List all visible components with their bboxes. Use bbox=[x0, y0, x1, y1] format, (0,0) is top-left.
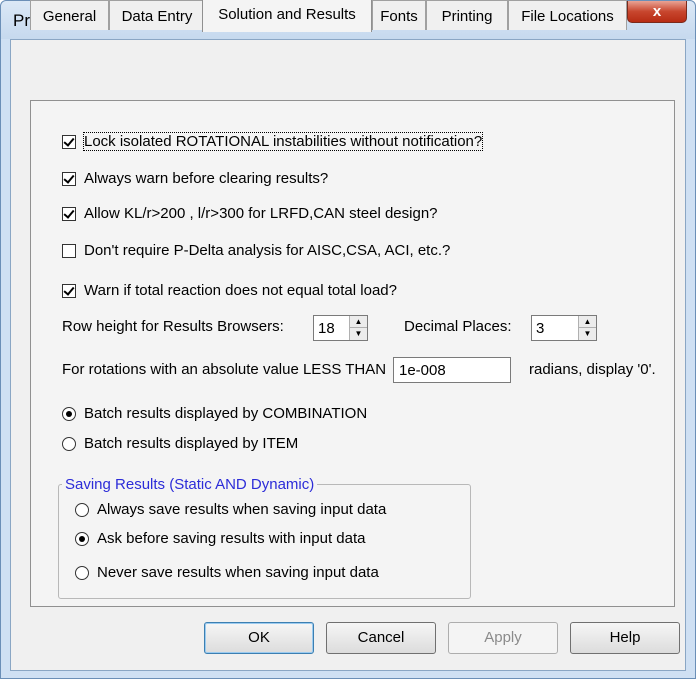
decimal-places-label: Decimal Places: bbox=[404, 318, 512, 335]
lock-rotational-checkbox[interactable] bbox=[62, 135, 76, 149]
row-height-spin-buttons: ▲ ▼ bbox=[349, 316, 367, 340]
lock-rotational-label: Lock isolated ROTATIONAL instabilities w… bbox=[82, 132, 484, 151]
save-always-radio[interactable] bbox=[75, 503, 89, 517]
warn-clearing-checkbox[interactable] bbox=[62, 172, 76, 186]
warn-reaction-label: Warn if total reaction does not equal to… bbox=[84, 282, 397, 299]
spin-down-icon[interactable]: ▼ bbox=[579, 328, 596, 340]
close-button[interactable]: x bbox=[627, 1, 687, 23]
batch-by-item-radio[interactable] bbox=[62, 437, 76, 451]
decimal-places-spinner[interactable]: 3 ▲ ▼ bbox=[531, 315, 597, 341]
rotations-label: For rotations with an absolute value LES… bbox=[62, 361, 387, 378]
tab-fonts[interactable]: Fonts bbox=[372, 0, 426, 30]
close-icon: x bbox=[652, 3, 662, 20]
row-height-spinner[interactable]: 18 ▲ ▼ bbox=[313, 315, 368, 341]
ok-button[interactable]: OK bbox=[204, 622, 314, 654]
warn-clearing-label: Always warn before clearing results? bbox=[84, 170, 329, 187]
rotation-threshold-value: 1e-008 bbox=[399, 362, 446, 379]
cancel-button[interactable]: Cancel bbox=[326, 622, 436, 654]
tab-file-locations[interactable]: File Locations bbox=[508, 0, 627, 30]
allow-klr-label: Allow KL/r>200 , l/r>300 for LRFD,CAN st… bbox=[84, 205, 438, 222]
rotations-unit-label: radians, display '0'. bbox=[529, 361, 656, 378]
tab-printing[interactable]: Printing bbox=[426, 0, 508, 30]
apply-button[interactable]: Apply bbox=[448, 622, 558, 654]
save-ask-radio[interactable] bbox=[75, 532, 89, 546]
spin-up-icon[interactable]: ▲ bbox=[350, 316, 367, 328]
spin-down-icon[interactable]: ▼ bbox=[350, 328, 367, 340]
batch-by-combination-label: Batch results displayed by COMBINATION bbox=[84, 405, 368, 422]
decimal-places-value: 3 bbox=[536, 320, 545, 337]
tab-general[interactable]: General bbox=[30, 0, 109, 30]
warn-reaction-checkbox[interactable] bbox=[62, 284, 76, 298]
row-height-label: Row height for Results Browsers: bbox=[62, 318, 284, 335]
save-ask-label: Ask before saving results with input dat… bbox=[97, 530, 366, 547]
save-never-label: Never save results when saving input dat… bbox=[97, 564, 379, 581]
saving-results-group-title: Saving Results (Static AND Dynamic) bbox=[62, 476, 318, 493]
tab-solution-and-results[interactable]: Solution and Results bbox=[202, 0, 372, 32]
rotation-threshold-input[interactable]: 1e-008 bbox=[393, 357, 511, 383]
spin-up-icon[interactable]: ▲ bbox=[579, 316, 596, 328]
save-never-radio[interactable] bbox=[75, 566, 89, 580]
batch-by-item-label: Batch results displayed by ITEM bbox=[84, 435, 299, 452]
save-always-label: Always save results when saving input da… bbox=[97, 501, 387, 518]
allow-klr-checkbox[interactable] bbox=[62, 207, 76, 221]
row-height-value: 18 bbox=[318, 320, 335, 337]
decimal-places-spin-buttons: ▲ ▼ bbox=[578, 316, 596, 340]
help-button[interactable]: Help bbox=[570, 622, 680, 654]
tab-data-entry[interactable]: Data Entry bbox=[109, 0, 205, 30]
no-pdelta-label: Don't require P-Delta analysis for AISC,… bbox=[84, 242, 451, 259]
no-pdelta-checkbox[interactable] bbox=[62, 244, 76, 258]
batch-by-combination-radio[interactable] bbox=[62, 407, 76, 421]
